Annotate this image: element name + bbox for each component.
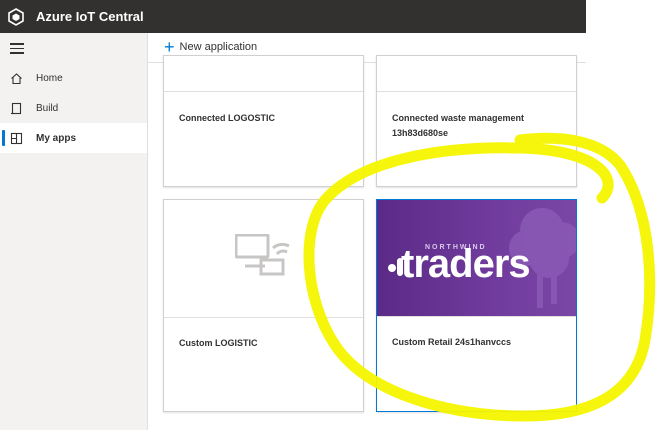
northwind-traders-logo: NORTHWIND traders (377, 200, 576, 316)
app-tile-subname: 13h83d680se (392, 128, 449, 138)
iot-central-logo-icon[interactable] (7, 7, 25, 26)
app-tile-name: Custom Retail 24s1hanvccs (392, 337, 512, 347)
default-app-icon (234, 233, 293, 280)
app-tile-name: Custom LOGISTIC (179, 338, 258, 348)
logo-wordmark: traders (401, 242, 531, 286)
app-tile-connected-logostic[interactable]: Connected LOGOSTIC (163, 55, 364, 187)
new-application-label: New application (179, 41, 258, 53)
sidebar-item-build[interactable]: Build (0, 93, 147, 123)
app-tile-footer: Custom Retail 24s1hanvccs (377, 316, 576, 411)
sidebar-item-home[interactable]: Home (0, 63, 147, 93)
sidebar: Home Build My apps (0, 33, 148, 430)
app-tile-custom-logistic[interactable]: Custom LOGISTIC (163, 199, 364, 412)
app-tile-name: Connected LOGOSTIC (179, 113, 276, 123)
sidebar-item-label: Home (36, 72, 63, 84)
home-icon (9, 71, 23, 85)
app-tile-footer: Connected waste management 13h83d680se (377, 91, 576, 186)
apps-icon (9, 131, 23, 145)
top-bar: Azure IoT Central (0, 0, 586, 33)
app-tile-footer: Custom LOGISTIC (164, 317, 363, 411)
sidebar-item-label: Build (36, 102, 59, 114)
new-application-button[interactable]: + New application (164, 37, 258, 57)
app-tile-connected-waste-management[interactable]: Connected waste management 13h83d680se (376, 55, 577, 187)
sidebar-item-my-apps[interactable]: My apps (0, 123, 147, 153)
app-tile-footer: Connected LOGOSTIC (164, 91, 363, 186)
sidebar-item-label: My apps (36, 132, 77, 144)
plus-icon: + (164, 37, 175, 57)
app-tile-custom-retail[interactable]: NORTHWIND traders Custom Retail 24s1hanv… (376, 199, 577, 412)
app-tile-name: Connected waste management (392, 113, 525, 123)
build-icon (9, 101, 23, 115)
app-title[interactable]: Azure IoT Central (36, 9, 144, 24)
hamburger-menu-icon[interactable] (10, 43, 24, 55)
